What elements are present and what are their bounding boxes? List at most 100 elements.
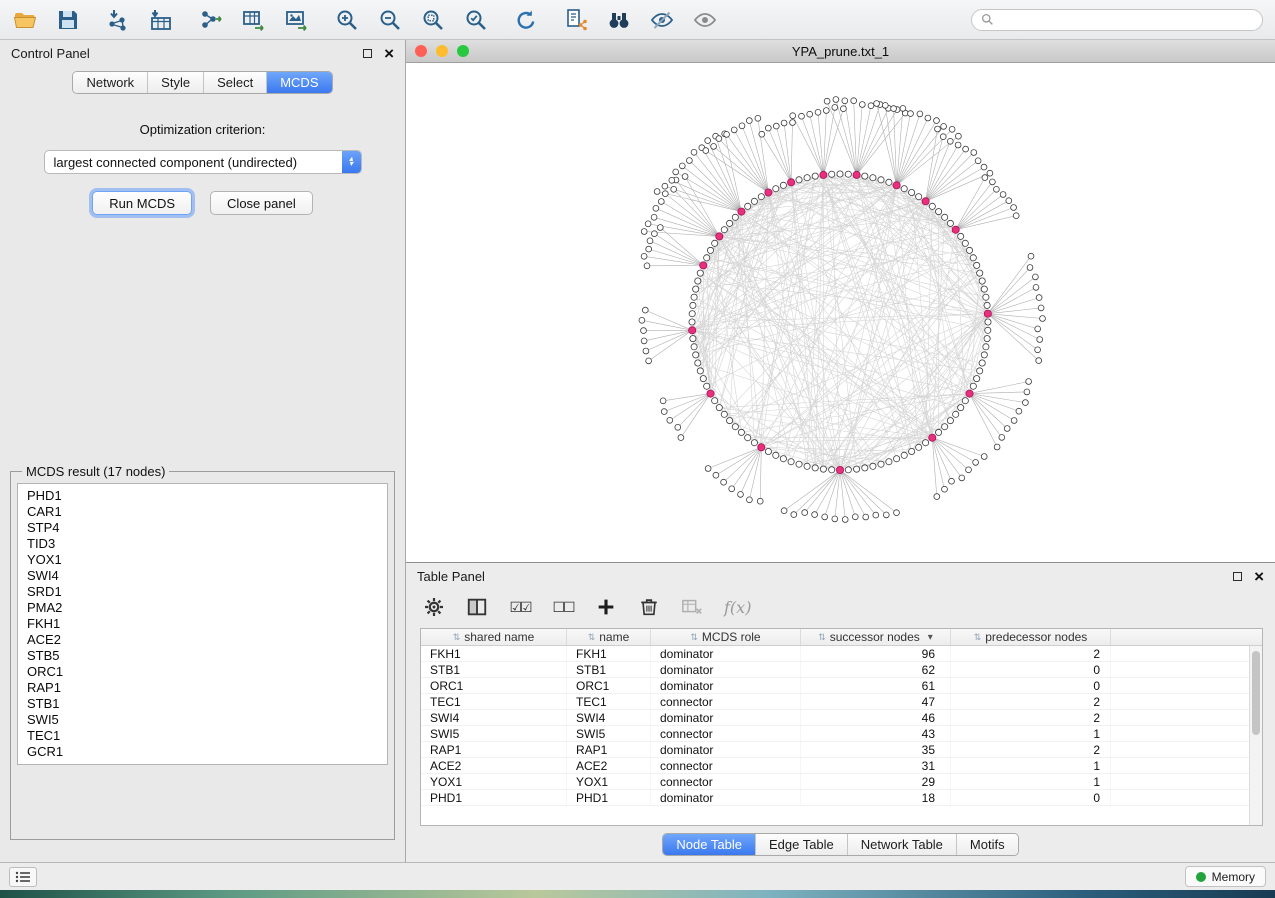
network-node[interactable] <box>705 466 711 472</box>
network-node[interactable] <box>971 150 977 156</box>
network-node[interactable] <box>716 405 722 411</box>
network-graph[interactable] <box>406 63 1275 562</box>
network-node[interactable] <box>700 376 706 382</box>
network-node[interactable] <box>716 136 722 142</box>
refresh-icon[interactable] <box>513 7 539 33</box>
float-table-panel-icon[interactable] <box>1233 572 1242 581</box>
dominator-node[interactable] <box>707 390 714 397</box>
add-column-icon[interactable] <box>595 595 617 619</box>
network-node[interactable] <box>781 120 787 126</box>
network-node[interactable] <box>934 494 940 500</box>
mcds-result-item[interactable]: FKH1 <box>27 616 378 632</box>
open-file-icon[interactable] <box>12 7 38 33</box>
network-node[interactable] <box>1033 285 1039 291</box>
network-node[interactable] <box>646 246 652 252</box>
network-node[interactable] <box>977 270 983 276</box>
mcds-result-item[interactable]: PMA2 <box>27 600 378 616</box>
network-node[interactable] <box>815 109 821 115</box>
network-node[interactable] <box>1026 379 1032 385</box>
network-node[interactable] <box>862 173 868 179</box>
unselect-all-columns-icon[interactable]: ☐☐ <box>552 595 574 619</box>
network-node[interactable] <box>711 144 717 150</box>
network-node[interactable] <box>690 302 696 308</box>
dominator-node[interactable] <box>716 233 723 240</box>
criterion-dropdown[interactable]: largest connected component (undirected)… <box>44 150 362 174</box>
toggle-graphics-icon[interactable] <box>692 7 718 33</box>
network-node[interactable] <box>780 182 786 188</box>
network-node[interactable] <box>690 336 696 342</box>
network-node[interactable] <box>732 214 738 220</box>
task-history-icon[interactable] <box>9 867 37 887</box>
tab-motifs[interactable]: Motifs <box>956 834 1018 855</box>
network-node[interactable] <box>1011 205 1017 211</box>
tab-edge-table[interactable]: Edge Table <box>755 834 847 855</box>
network-node[interactable] <box>970 255 976 261</box>
network-node[interactable] <box>644 263 650 269</box>
column-header-name[interactable]: ⇅name <box>567 629 651 645</box>
network-node[interactable] <box>979 360 985 366</box>
network-node[interactable] <box>651 214 657 220</box>
mcds-result-item[interactable]: TID3 <box>27 536 378 552</box>
network-node[interactable] <box>1028 253 1034 259</box>
mcds-result-item[interactable]: GCR1 <box>27 744 378 760</box>
network-node[interactable] <box>654 189 660 195</box>
network-node[interactable] <box>870 463 876 469</box>
network-node[interactable] <box>994 186 1000 192</box>
network-node[interactable] <box>1036 295 1042 301</box>
network-node[interactable] <box>845 467 851 473</box>
network-node[interactable] <box>859 102 865 108</box>
mcds-result-item[interactable]: STB1 <box>27 696 378 712</box>
network-node[interactable] <box>999 435 1005 441</box>
network-node[interactable] <box>878 461 884 467</box>
network-node[interactable] <box>822 514 828 520</box>
network-node[interactable] <box>977 368 983 374</box>
network-node[interactable] <box>765 125 771 131</box>
network-node[interactable] <box>765 448 771 454</box>
network-node[interactable] <box>908 111 914 117</box>
network-node[interactable] <box>949 126 955 132</box>
zoom-selected-icon[interactable] <box>463 7 489 33</box>
clone-network-icon[interactable] <box>563 7 589 33</box>
network-node[interactable] <box>662 183 668 189</box>
network-node[interactable] <box>936 209 942 215</box>
network-node[interactable] <box>1000 192 1006 198</box>
network-node[interactable] <box>901 186 907 192</box>
import-network-icon[interactable] <box>105 7 131 33</box>
network-node[interactable] <box>962 240 968 246</box>
run-mcds-button[interactable]: Run MCDS <box>92 191 192 215</box>
network-node[interactable] <box>1040 316 1046 322</box>
table-row[interactable]: PHD1PHD1dominator180 <box>421 790 1262 806</box>
network-node[interactable] <box>796 461 802 467</box>
table-row[interactable]: STB1STB1dominator620 <box>421 662 1262 678</box>
network-node[interactable] <box>647 238 653 244</box>
dominator-node[interactable] <box>765 189 772 196</box>
network-node[interactable] <box>738 429 744 435</box>
network-node[interactable] <box>713 472 719 478</box>
dominator-node[interactable] <box>853 171 860 178</box>
zoom-in-icon[interactable] <box>334 7 360 33</box>
network-node[interactable] <box>985 327 991 333</box>
network-node[interactable] <box>739 123 745 129</box>
network-node[interactable] <box>758 194 764 200</box>
table-row[interactable]: RAP1RAP1dominator352 <box>421 742 1262 758</box>
network-node[interactable] <box>983 344 989 350</box>
close-table-panel-icon[interactable]: × <box>1254 568 1264 585</box>
network-node[interactable] <box>942 214 948 220</box>
dominator-node[interactable] <box>738 208 745 215</box>
network-node[interactable] <box>751 440 757 446</box>
window-maximize-icon[interactable] <box>457 45 469 57</box>
network-node[interactable] <box>974 376 980 382</box>
network-node[interactable] <box>747 497 753 503</box>
network-node[interactable] <box>947 220 953 226</box>
network-node[interactable] <box>942 486 948 492</box>
mcds-result-item[interactable]: SWI4 <box>27 568 378 584</box>
network-canvas[interactable] <box>406 63 1275 562</box>
network-node[interactable] <box>790 113 796 119</box>
network-node[interactable] <box>662 191 668 197</box>
mcds-result-item[interactable]: SWI5 <box>27 712 378 728</box>
network-node[interactable] <box>643 348 649 354</box>
network-node[interactable] <box>874 101 880 107</box>
network-node[interactable] <box>641 253 647 259</box>
network-node[interactable] <box>984 302 990 308</box>
network-node[interactable] <box>697 368 703 374</box>
